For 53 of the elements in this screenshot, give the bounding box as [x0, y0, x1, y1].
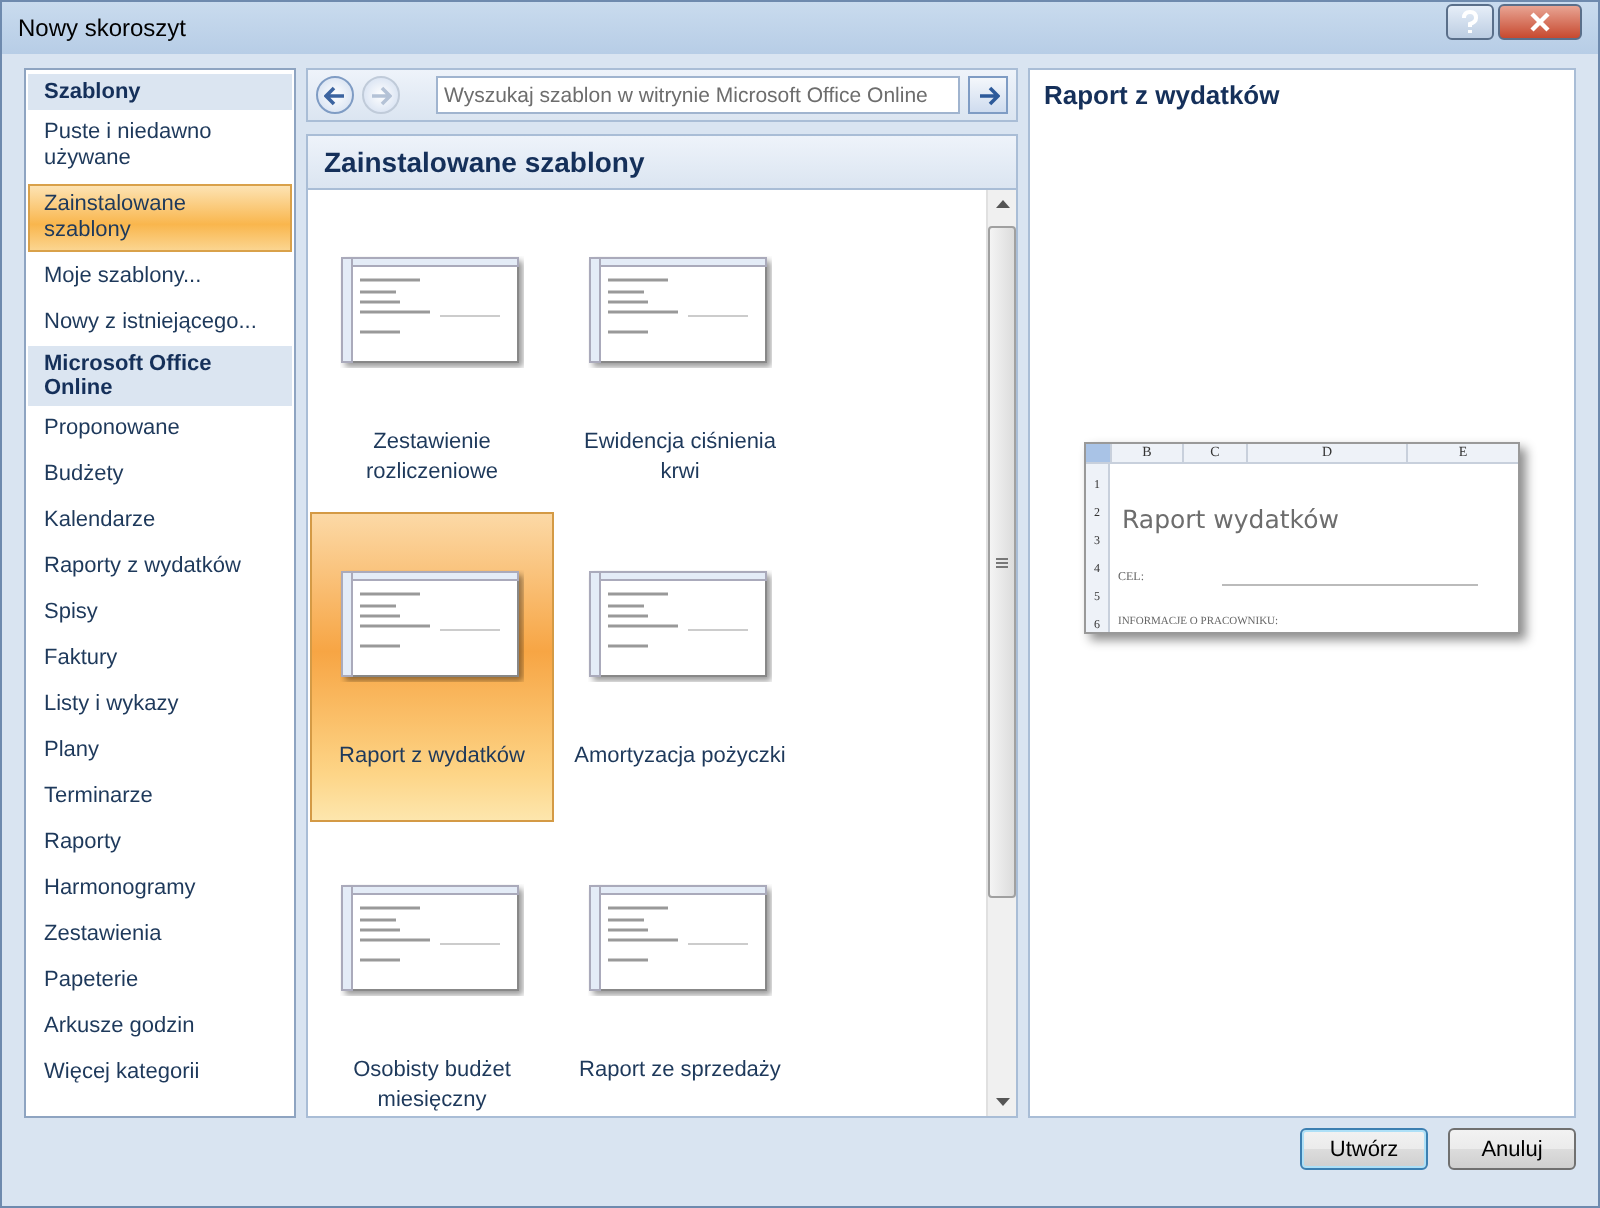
sidebar-item[interactable]: Spisy — [28, 592, 292, 634]
sidebar-item[interactable]: Terminarze — [28, 776, 292, 818]
sidebar-item[interactable]: Papeterie — [28, 960, 292, 1002]
back-arrow-icon — [324, 85, 346, 105]
help-icon — [1460, 10, 1480, 34]
gallery-heading: Zainstalowane szablony — [306, 134, 1018, 190]
sidebar-item[interactable]: Raporty z wydatków — [28, 546, 292, 588]
sheet-heading: Raport wydatków — [1122, 504, 1339, 534]
template-label: Zestawienie rozliczeniowe — [363, 428, 501, 488]
sidebar-item[interactable]: Zestawienia — [28, 914, 292, 956]
sidebar-item[interactable]: Arkusze godzin — [28, 1006, 292, 1048]
scroll-down-icon[interactable] — [995, 1098, 1009, 1106]
sidebar-item[interactable]: Listy i wykazy — [28, 684, 292, 726]
template-tile[interactable]: Amortyzacja pożyczki — [558, 512, 802, 822]
window-title: Nowy skoroszyt — [18, 14, 189, 42]
preview-title: Raport z wydatków — [1042, 78, 1282, 114]
sidebar-item[interactable]: Plany — [28, 730, 292, 772]
template-label: Ewidencja ciśnienia krwi — [582, 428, 778, 488]
template-tile[interactable]: Zestawienie rozliczeniowe — [310, 198, 554, 508]
scrollbar-thumb[interactable] — [988, 226, 1016, 898]
sidebar-item[interactable]: Moje szablony... — [28, 256, 292, 298]
template-tile[interactable]: Raport z wydatków — [310, 512, 554, 822]
template-label: Amortyzacja pożyczki — [572, 742, 788, 772]
template-tile[interactable]: Osobisty budżet miesięczny — [310, 826, 554, 1136]
scrollbar[interactable] — [986, 190, 1016, 1116]
sidebar-item[interactable]: Raporty — [28, 822, 292, 864]
template-tile[interactable]: Ewidencja ciśnienia krwi — [558, 198, 802, 508]
sidebar-item[interactable]: Kalendarze — [28, 500, 292, 542]
sidebar-item[interactable]: Zainstalowane szablony — [28, 184, 292, 252]
sidebar-item[interactable]: Proponowane — [28, 408, 292, 450]
sidebar-item[interactable]: Nowy z istniejącego... — [28, 302, 292, 344]
close-button[interactable] — [1498, 4, 1582, 40]
dialog-button[interactable]: Anuluj — [1448, 1128, 1576, 1170]
template-label: Osobisty budżet miesięczny — [351, 1056, 513, 1116]
sidebar-item[interactable]: Harmonogramy — [28, 868, 292, 910]
sidebar-item[interactable]: Puste i niedawno używane — [28, 112, 292, 180]
template-tile[interactable]: Raport ze sprzedaży — [558, 826, 802, 1136]
close-icon — [1530, 12, 1550, 32]
right-arrow-icon — [977, 85, 999, 105]
template-label: Raport z wydatków — [337, 742, 527, 772]
sidebar-item[interactable]: Więcej kategorii — [28, 1052, 292, 1094]
sidebar-item[interactable]: Budżety — [28, 454, 292, 496]
back-button[interactable] — [316, 76, 354, 114]
search-go-button[interactable] — [968, 76, 1008, 114]
dialog-button[interactable]: Utwórz — [1300, 1128, 1428, 1170]
search-field[interactable]: Wyszukaj szablon w witrynie Microsoft Office Online — [436, 76, 960, 114]
template-label: Raport ze sprzedaży — [577, 1056, 783, 1086]
scroll-up-icon[interactable] — [995, 200, 1009, 208]
sidebar-section-heading: Szablony — [28, 74, 292, 110]
sidebar-section-heading: Microsoft Office Online — [28, 346, 292, 406]
help-button[interactable] — [1446, 4, 1494, 40]
sidebar-item[interactable]: Faktury — [28, 638, 292, 680]
forward-arrow-icon — [370, 85, 392, 105]
